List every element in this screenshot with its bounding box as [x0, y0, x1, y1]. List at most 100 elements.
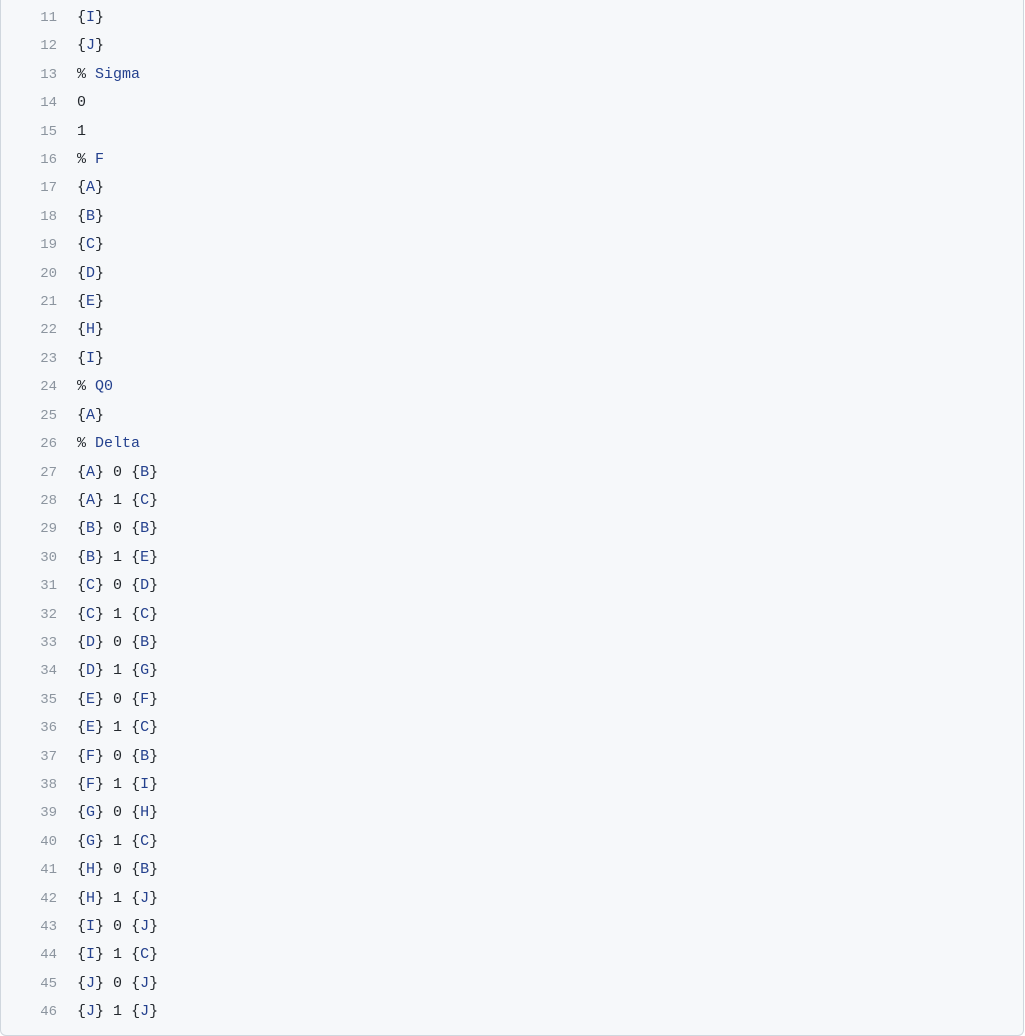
code-token: { [131, 662, 140, 679]
code-token: } [149, 804, 158, 821]
code-token: D [86, 634, 95, 651]
code-line: 40{G} 1 {C} [1, 828, 1023, 856]
code-token: 0 [113, 861, 131, 878]
code-token: { [77, 492, 86, 509]
code-token: } [95, 577, 113, 594]
code-token: C [140, 833, 149, 850]
code-token: F [140, 691, 149, 708]
line-number: 23 [1, 346, 71, 373]
line-content: {J} 0 {J} [71, 970, 1023, 997]
code-line: 22{H} [1, 316, 1023, 344]
line-number: 21 [1, 289, 71, 316]
code-token: { [131, 946, 140, 963]
code-token: } [95, 37, 104, 54]
code-token: D [140, 577, 149, 594]
line-number: 15 [1, 119, 71, 146]
code-token: } [149, 748, 158, 765]
line-content: {I} [71, 4, 1023, 31]
line-number: 43 [1, 914, 71, 941]
code-token: } [95, 265, 104, 282]
code-line: 41{H} 0 {B} [1, 856, 1023, 884]
line-number: 34 [1, 658, 71, 685]
code-token: I [86, 350, 95, 367]
code-line: 151 [1, 118, 1023, 146]
code-token: B [86, 208, 95, 225]
line-number: 14 [1, 90, 71, 117]
line-content: % Sigma [71, 61, 1023, 88]
code-token: { [131, 776, 140, 793]
line-content: {A} 0 {B} [71, 459, 1023, 486]
code-token: % [77, 151, 95, 168]
code-token: } [149, 662, 158, 679]
line-number: 42 [1, 886, 71, 913]
code-token: { [77, 321, 86, 338]
code-token: } [95, 691, 113, 708]
code-token: } [95, 719, 113, 736]
code-token: { [77, 464, 86, 481]
code-token: } [149, 634, 158, 651]
line-content: {A} [71, 174, 1023, 201]
code-token: } [95, 9, 104, 26]
code-token: } [149, 1003, 158, 1020]
code-token: } [149, 520, 158, 537]
code-token: } [95, 464, 113, 481]
code-line: 43{I} 0 {J} [1, 913, 1023, 941]
code-token: { [77, 804, 86, 821]
code-line: 34{D} 1 {G} [1, 657, 1023, 685]
code-token: } [95, 293, 104, 310]
code-line: 19{C} [1, 231, 1023, 259]
line-content: {C} [71, 231, 1023, 258]
code-token: B [140, 748, 149, 765]
code-token: E [140, 549, 149, 566]
line-number: 37 [1, 744, 71, 771]
code-token: 1 [113, 946, 131, 963]
code-token: D [86, 662, 95, 679]
code-token: { [131, 691, 140, 708]
line-content: {D} [71, 260, 1023, 287]
code-token: { [131, 804, 140, 821]
line-content: 1 [71, 118, 1023, 145]
code-token: 0 [77, 94, 86, 111]
code-token: { [131, 861, 140, 878]
line-content: {H} [71, 316, 1023, 343]
code-token: B [140, 861, 149, 878]
code-token: { [131, 890, 140, 907]
code-token: } [95, 662, 113, 679]
line-content: {E} [71, 288, 1023, 315]
code-token: { [77, 662, 86, 679]
code-line: 26% Delta [1, 430, 1023, 458]
code-token: } [149, 577, 158, 594]
code-token: } [95, 918, 113, 935]
code-token: % [77, 435, 95, 452]
line-content: % F [71, 146, 1023, 173]
line-content: {H} 1 {J} [71, 885, 1023, 912]
code-token: I [86, 9, 95, 26]
line-content: {B} 1 {E} [71, 544, 1023, 571]
code-token: 0 [113, 748, 131, 765]
line-number: 39 [1, 800, 71, 827]
code-token: } [149, 691, 158, 708]
line-number: 36 [1, 715, 71, 742]
code-line: 27{A} 0 {B} [1, 459, 1023, 487]
code-token: } [95, 890, 113, 907]
line-number: 46 [1, 999, 71, 1026]
code-token: { [77, 520, 86, 537]
code-token: 0 [113, 634, 131, 651]
code-token: 1 [113, 606, 131, 623]
code-token: 0 [113, 918, 131, 935]
code-token: } [95, 549, 113, 566]
code-token: } [149, 833, 158, 850]
code-token: } [95, 236, 104, 253]
code-token: B [140, 520, 149, 537]
code-token: I [140, 776, 149, 793]
line-content: {I} 0 {J} [71, 913, 1023, 940]
code-line: 18{B} [1, 203, 1023, 231]
code-token: E [86, 719, 95, 736]
line-number: 16 [1, 147, 71, 174]
code-token: { [77, 577, 86, 594]
code-token: } [149, 606, 158, 623]
code-token: 0 [113, 520, 131, 537]
code-line: 14 0 [1, 89, 1023, 117]
line-number: 35 [1, 687, 71, 714]
code-token: 0 [113, 577, 131, 594]
